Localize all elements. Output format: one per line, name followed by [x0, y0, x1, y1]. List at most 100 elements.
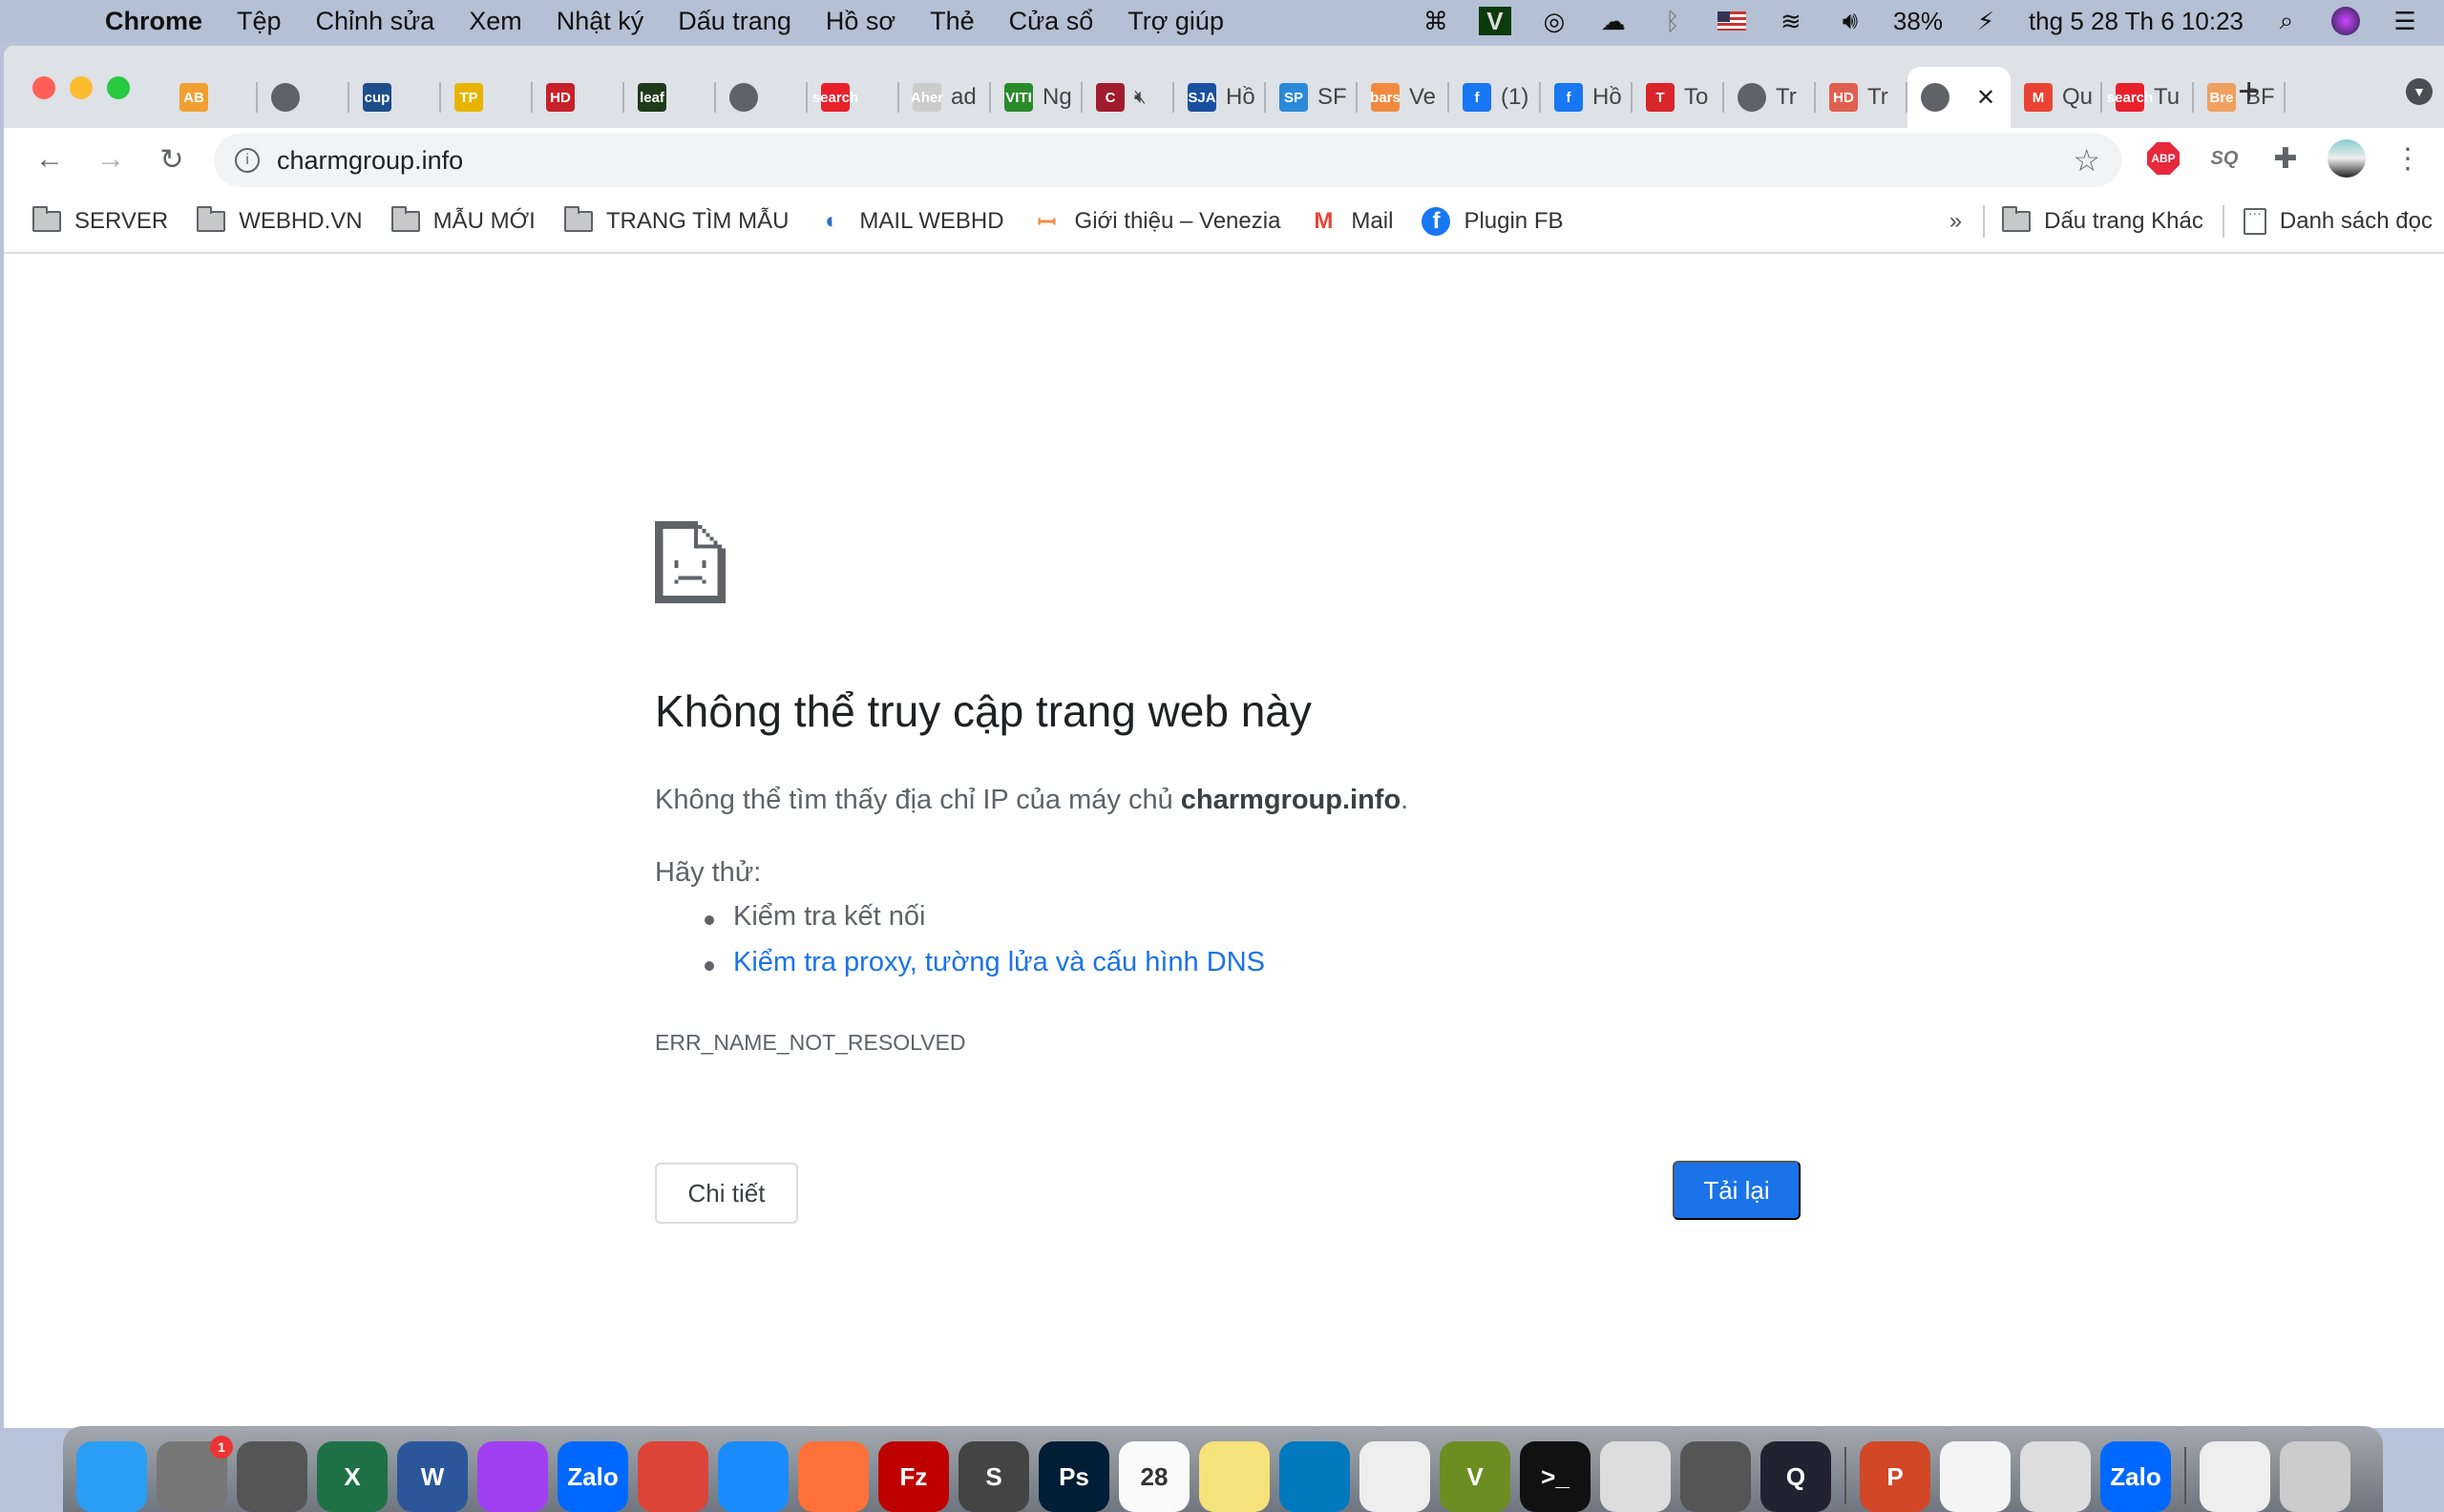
dock-powerpoint-icon[interactable]: P — [1860, 1441, 1930, 1512]
bookmark-item[interactable]: ꟷ Giới thiệu – Venezia — [1033, 207, 1281, 236]
menu-profiles[interactable]: Hồ sơ — [826, 7, 895, 36]
bookmarks-overflow-button[interactable]: » — [1949, 208, 1962, 235]
dock-photoshop-icon[interactable]: Ps — [1039, 1441, 1109, 1512]
dock-safari-icon[interactable] — [718, 1441, 789, 1512]
dock-trash-icon[interactable] — [2280, 1441, 2350, 1512]
volume-icon[interactable]: 🔊︎ — [1834, 6, 1866, 35]
zoom-window-button[interactable] — [107, 76, 130, 99]
adblock-plus-icon[interactable]: ABP — [2144, 139, 2182, 178]
dock-firefox-icon[interactable] — [798, 1441, 869, 1512]
tab[interactable]: SJA Hồ — [1174, 67, 1266, 128]
battery-charging-icon[interactable]: ⚡︎ — [1970, 7, 2002, 35]
tab[interactable]: HD Tr — [1816, 67, 1907, 128]
tab[interactable]: search Tu — [2102, 67, 2194, 128]
tab[interactable]: HD — [533, 67, 624, 128]
menu-help[interactable]: Trợ giúp — [1127, 7, 1224, 36]
close-tab-icon[interactable]: ✕ — [1976, 84, 1995, 112]
details-button[interactable]: Chi tiết — [655, 1163, 798, 1224]
bookmark-item[interactable]: SERVER — [32, 206, 168, 235]
dock-launchpad-icon[interactable] — [237, 1441, 307, 1512]
tab-active[interactable]: ✕ — [1907, 67, 2011, 128]
dock-terminal-icon[interactable]: >_ — [1520, 1441, 1591, 1512]
dock-vim-icon[interactable]: V — [1440, 1441, 1510, 1512]
dock-zalo-icon[interactable]: Zalo — [558, 1441, 628, 1512]
tab[interactable]: f (1) — [1449, 67, 1541, 128]
url-text[interactable]: charmgroup.info — [277, 146, 463, 176]
bookmark-item[interactable]: ◐ MAIL WEBHD — [817, 207, 1003, 236]
tab[interactable]: cup — [349, 67, 441, 128]
tab[interactable]: search — [808, 67, 899, 128]
tab[interactable]: T To — [1633, 67, 1724, 128]
dock-reminders-icon[interactable] — [1359, 1441, 1430, 1512]
dock-finder-icon[interactable] — [76, 1441, 147, 1512]
dock-trello-icon[interactable] — [1279, 1441, 1350, 1512]
close-window-button[interactable] — [32, 76, 55, 99]
muted-audio-icon[interactable]: 🔇︎ — [1134, 87, 1147, 109]
suggestion-check-proxy-link[interactable]: Kiểm tra proxy, tường lửa và cấu hình DN… — [705, 947, 1265, 993]
new-tab-button[interactable]: + — [2238, 71, 2260, 114]
minimize-window-button[interactable] — [70, 76, 93, 99]
reading-list[interactable]: ··· Danh sách đọc — [2243, 206, 2433, 235]
menu-tab[interactable]: Thẻ — [930, 7, 975, 36]
us-flag-input-icon[interactable] — [1716, 7, 1748, 35]
reload-button[interactable]: ↻ — [153, 143, 191, 177]
tab[interactable]: AB — [166, 67, 258, 128]
menu-window[interactable]: Cửa sổ — [1009, 7, 1094, 36]
tab[interactable]: TP — [441, 67, 533, 128]
bluetooth-icon[interactable]: ᛒ — [1656, 7, 1689, 35]
wifi-icon[interactable]: ≋ — [1775, 7, 1807, 35]
tab[interactable]: f Hồ — [1541, 67, 1633, 128]
dock-migration-icon[interactable] — [1600, 1441, 1671, 1512]
dock-lock-icon[interactable] — [2200, 1441, 2270, 1512]
tab[interactable]: C 🔇︎ — [1083, 67, 1174, 128]
cloud-upload-icon[interactable]: ☁ — [1597, 7, 1630, 35]
tab-search-button[interactable]: ▼ — [2406, 78, 2433, 105]
tab[interactable]: Tr — [1724, 67, 1816, 128]
bookmark-item[interactable]: WEBHD.VN — [197, 206, 363, 235]
dock-textedit-icon[interactable] — [1940, 1441, 2011, 1512]
address-bar[interactable]: i charmgroup.info ☆ — [214, 134, 2121, 187]
tab[interactable] — [716, 67, 808, 128]
bookmark-item[interactable]: TRANG TÌM MẪU — [563, 206, 789, 235]
shazam-icon[interactable]: ◎ — [1538, 7, 1570, 35]
clock[interactable]: thg 5 28 Th 6 10:23 — [2029, 7, 2244, 36]
dock-system-preferences-icon[interactable]: 1 — [157, 1436, 233, 1512]
bookmark-star-icon[interactable]: ☆ — [2073, 142, 2100, 178]
bookmark-item[interactable]: M Mail — [1309, 207, 1393, 236]
dock-quicktime-icon[interactable]: Q — [1760, 1441, 1831, 1512]
tab[interactable]: leaf — [624, 67, 716, 128]
menu-edit[interactable]: Chỉnh sửa — [316, 7, 435, 36]
more-menu-icon[interactable]: ⋮ — [2389, 139, 2427, 178]
tab[interactable]: SP SF — [1266, 67, 1358, 128]
spotlight-search-icon[interactable]: ⌕ — [2270, 6, 2303, 35]
sq-extension-icon[interactable]: SQ — [2205, 139, 2244, 178]
site-info-icon[interactable]: i — [235, 148, 260, 173]
tab[interactable]: bars Ve — [1358, 67, 1449, 128]
dock-messenger-icon[interactable] — [477, 1441, 548, 1512]
dock-excel-icon[interactable]: X — [317, 1441, 388, 1512]
forward-button[interactable]: → — [92, 143, 130, 176]
reload-page-button[interactable]: Tải lại — [1673, 1161, 1801, 1220]
siri-icon[interactable] — [2329, 7, 2362, 35]
tab[interactable] — [258, 67, 349, 128]
vim-status-icon[interactable]: V — [1478, 7, 1511, 35]
dock-printer-icon[interactable] — [2020, 1441, 2091, 1512]
extensions-puzzle-icon[interactable]: ✚ — [2266, 139, 2305, 178]
dock-notes-icon[interactable] — [1199, 1441, 1270, 1512]
dock-chrome-icon[interactable] — [638, 1441, 708, 1512]
dock-zalo-2-icon[interactable]: Zalo — [2100, 1441, 2171, 1512]
menu-file[interactable]: Tệp — [237, 7, 282, 36]
menu-history[interactable]: Nhật ký — [557, 7, 644, 36]
other-bookmarks[interactable]: Dấu trang Khác — [2002, 206, 2203, 235]
dock-word-icon[interactable]: W — [397, 1441, 468, 1512]
back-button[interactable]: ← — [31, 143, 69, 176]
profile-avatar[interactable] — [2328, 139, 2366, 178]
bookmark-item[interactable]: f Plugin FB — [1422, 207, 1564, 236]
dock-calendar-icon[interactable]: 28 — [1119, 1441, 1190, 1512]
menu-bookmarks[interactable]: Dấu trang — [678, 7, 791, 36]
menu-view[interactable]: Xem — [469, 7, 522, 36]
bookmark-item[interactable]: MẪU MỚI — [390, 206, 536, 235]
tab[interactable]: Aher ad — [899, 67, 991, 128]
tab[interactable]: VITI Ng — [991, 67, 1083, 128]
menu-app-name[interactable]: Chrome — [105, 7, 202, 36]
